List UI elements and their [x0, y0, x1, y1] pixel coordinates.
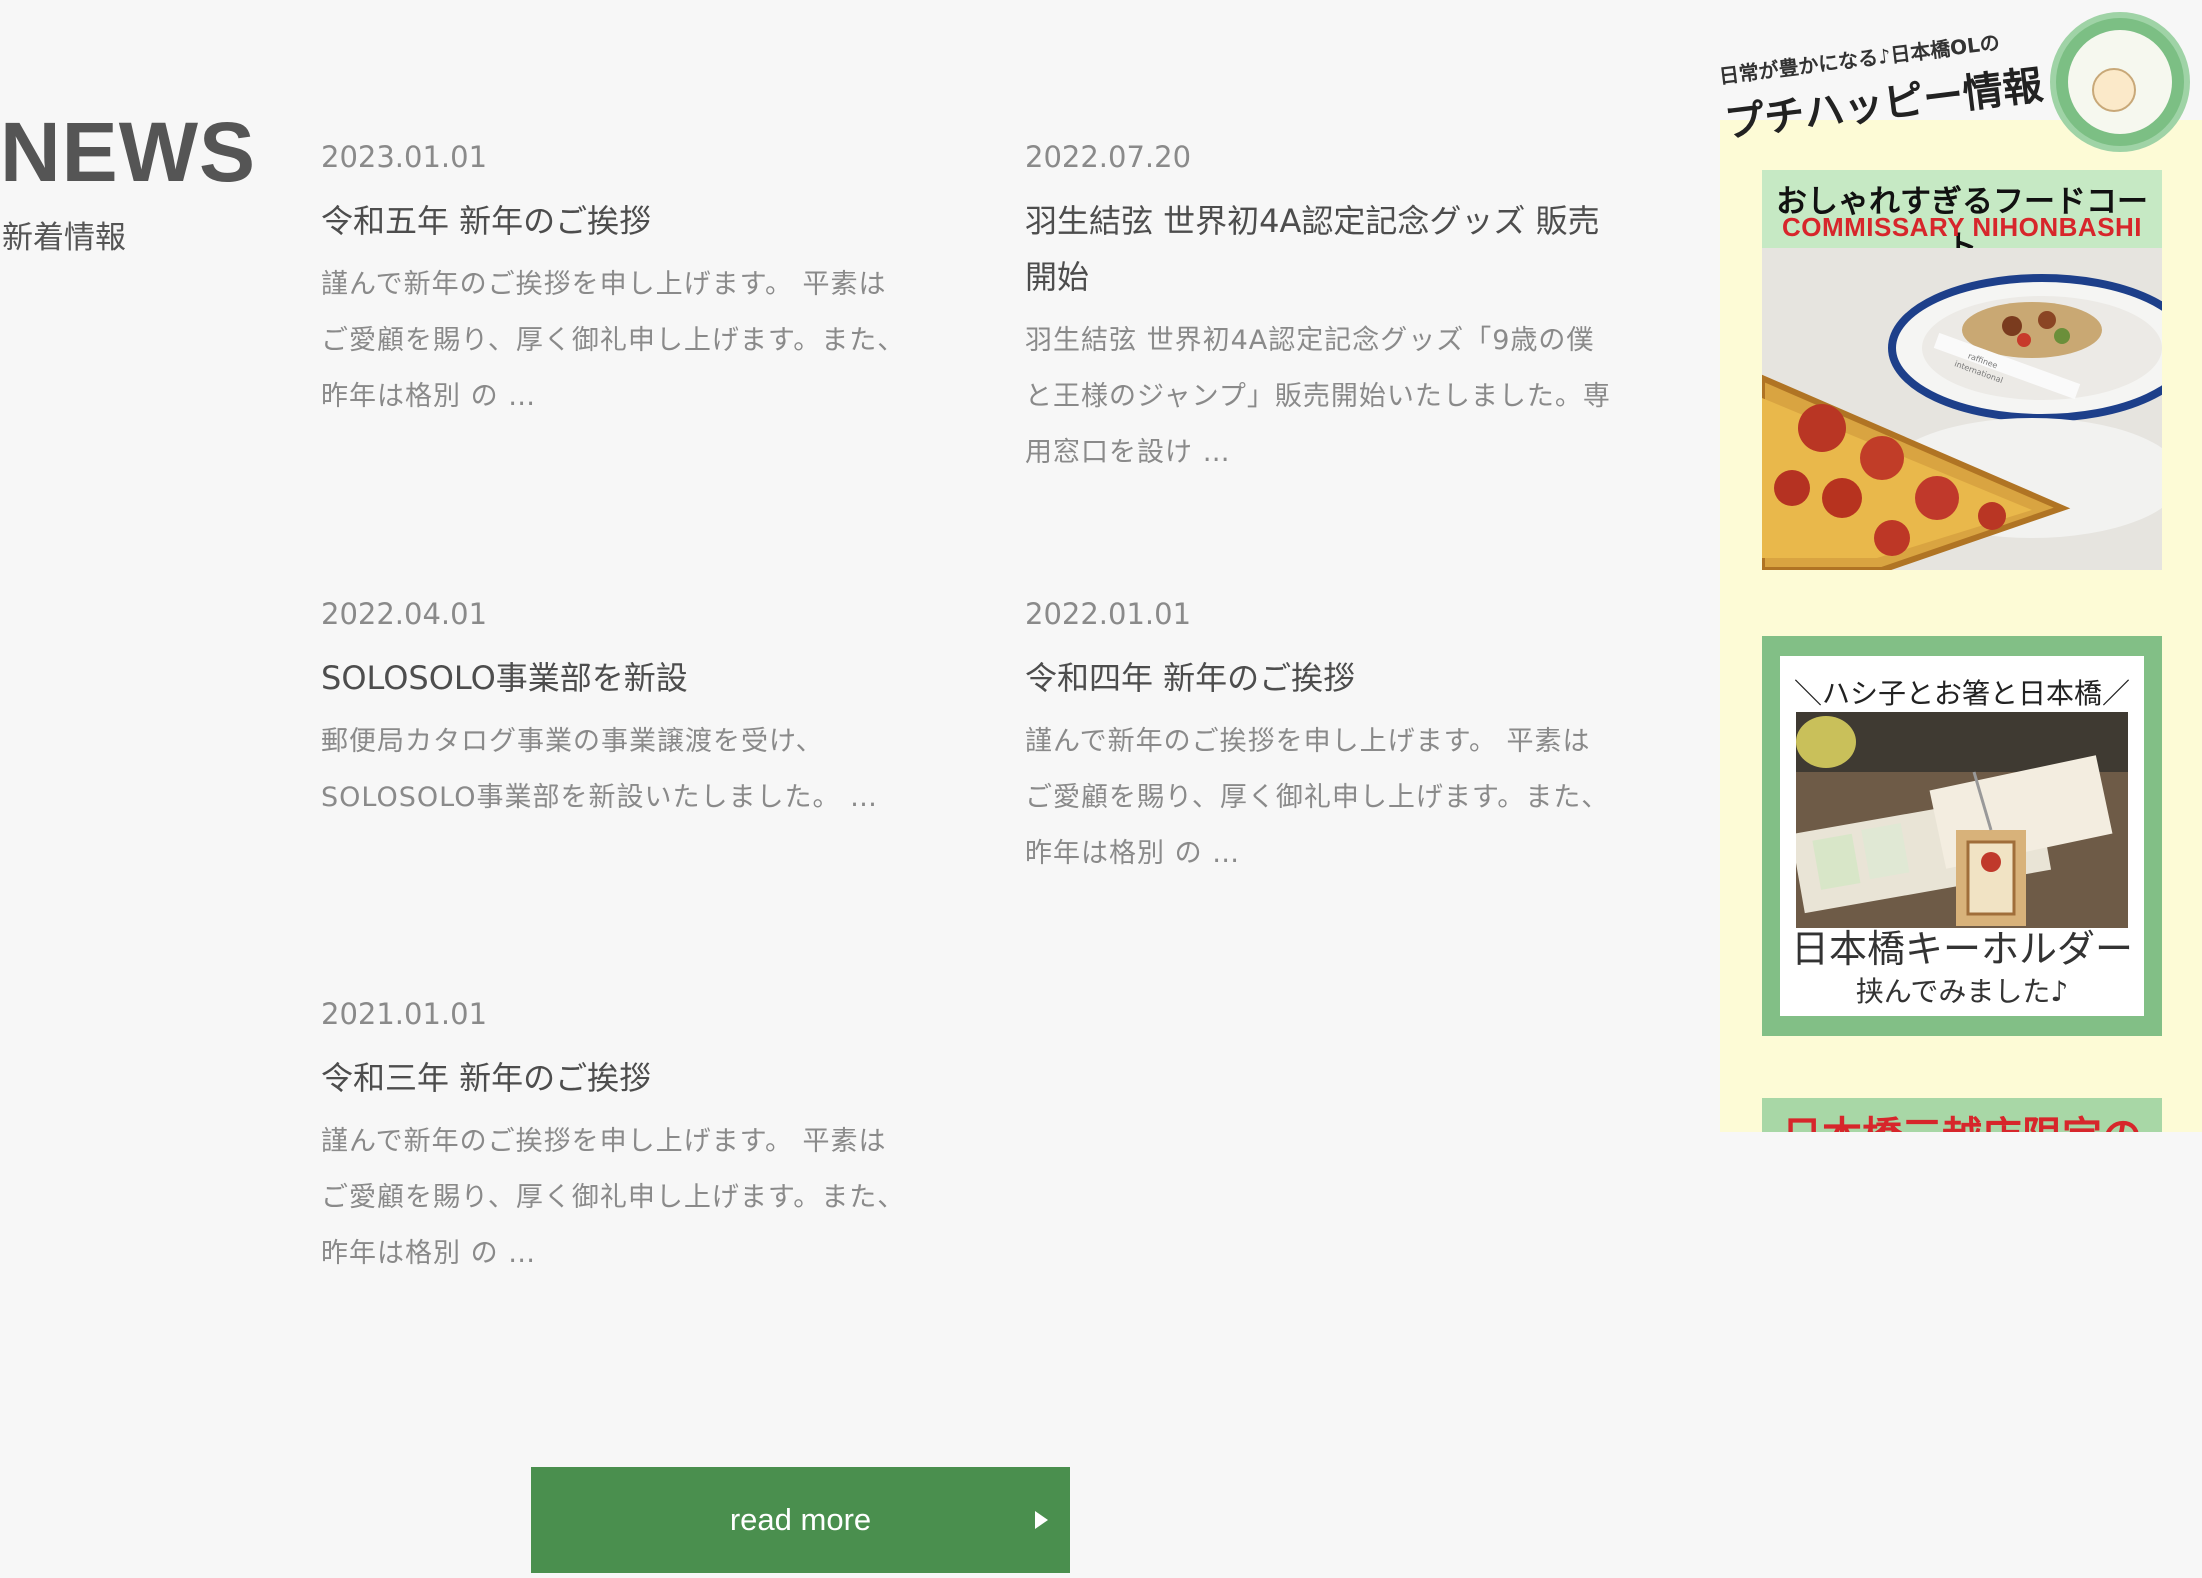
keyholder-photo: [1796, 712, 2128, 928]
page: NEWS 新着情報 2023.01.01 令和五年 新年のご挨拶 謹んで新年のご…: [0, 0, 2202, 1578]
article-excerpt: 羽生結弦 世界初4A認定記念グッズ「9歳の僕と王様のジャンプ」販売開始いたしまし…: [1025, 324, 1611, 468]
article-excerpt: 謹んで新年のご挨拶を申し上げます。 平素はご愛顧を賜り、厚く御礼申し上げます。ま…: [321, 1125, 906, 1269]
news-article[interactable]: 2021.01.01 令和三年 新年のご挨拶 謹んで新年のご挨拶を申し上げます。…: [321, 997, 911, 1282]
article-excerpt: 謹んで新年のご挨拶を申し上げます。 平素はご愛顧を賜り、厚く御礼申し上げます。ま…: [321, 268, 906, 412]
news-article[interactable]: 2022.07.20 羽生結弦 世界初4A認定記念グッズ 販売開始 羽生結弦 世…: [1025, 140, 1615, 481]
article-excerpt: 謹んで新年のご挨拶を申し上げます。 平素はご愛顧を賜り、厚く御礼申し上げます。ま…: [1025, 725, 1610, 869]
pizza-photo: raffinee international: [1762, 248, 2162, 570]
keyholder-card-inner: ＼ハシ子とお箸と日本橋／ 日本橋キーホルダー 挟んでみました♪: [1780, 656, 2144, 1016]
mitsukoshi-banner-text: 日本橋三越店限定の: [1762, 1104, 2162, 1132]
news-article[interactable]: 2023.01.01 令和五年 新年のご挨拶 謹んで新年のご挨拶を申し上げます。…: [321, 140, 911, 425]
article-title-link[interactable]: 令和五年 新年のご挨拶: [321, 193, 911, 249]
news-subheading: 新着情報: [2, 220, 126, 256]
article-date: 2022.01.01: [1025, 597, 1192, 631]
article-title-link[interactable]: 令和四年 新年のご挨拶: [1025, 650, 1615, 706]
article-date: 2022.07.20: [1025, 140, 1192, 174]
mitsukoshi-banner[interactable]: 日本橋三越店限定の: [1762, 1098, 2162, 1132]
news-heading: NEWS: [0, 105, 256, 199]
keyholder-top-text: ＼ハシ子とお箸と日本橋／: [1793, 677, 2130, 710]
food-court-subtitle: COMMISSARY NIHONBASHI: [1781, 212, 2143, 242]
keyholder-sub-text: 挟んでみました♪: [1855, 975, 2069, 1008]
article-title-link[interactable]: 羽生結弦 世界初4A認定記念グッズ 販売開始: [1025, 193, 1615, 305]
news-article[interactable]: 2022.04.01 SOLOSOLO事業部を新設 郵便局カタログ事業の事業譲渡…: [321, 597, 911, 826]
article-excerpt: 郵便局カタログ事業の事業譲渡を受け、SOLOSOLO事業部を新設いたしました。 …: [321, 725, 879, 813]
article-date: 2023.01.01: [321, 140, 488, 174]
article-title-link[interactable]: 令和三年 新年のご挨拶: [321, 1050, 911, 1106]
read-more-label: read more: [729, 1502, 872, 1537]
keyholder-main-text: 日本橋キーホルダー: [1790, 927, 2133, 971]
article-date: 2021.01.01: [321, 997, 488, 1031]
character-face-icon: [2092, 68, 2136, 112]
keyholder-banner[interactable]: ＼ハシ子とお箸と日本橋／ 日本橋キーホルダー 挟んでみました♪: [1762, 636, 2162, 1036]
article-title-link[interactable]: SOLOSOLO事業部を新設: [321, 650, 911, 706]
read-more-button[interactable]: read more: [531, 1467, 1070, 1573]
news-article[interactable]: 2022.01.01 令和四年 新年のご挨拶 謹んで新年のご挨拶を申し上げます。…: [1025, 597, 1615, 882]
article-date: 2022.04.01: [321, 597, 488, 631]
side-banner[interactable]: 日常が豊かになる♪日本橋OLの プチハッピー情報 おしゃれすぎるフードコート C…: [1720, 0, 2202, 1132]
triangle-right-icon: [1035, 1511, 1048, 1529]
food-court-banner[interactable]: おしゃれすぎるフードコート COMMISSARY NIHONBASHI raff…: [1762, 170, 2162, 570]
banner-badge-logo: [2050, 12, 2190, 152]
